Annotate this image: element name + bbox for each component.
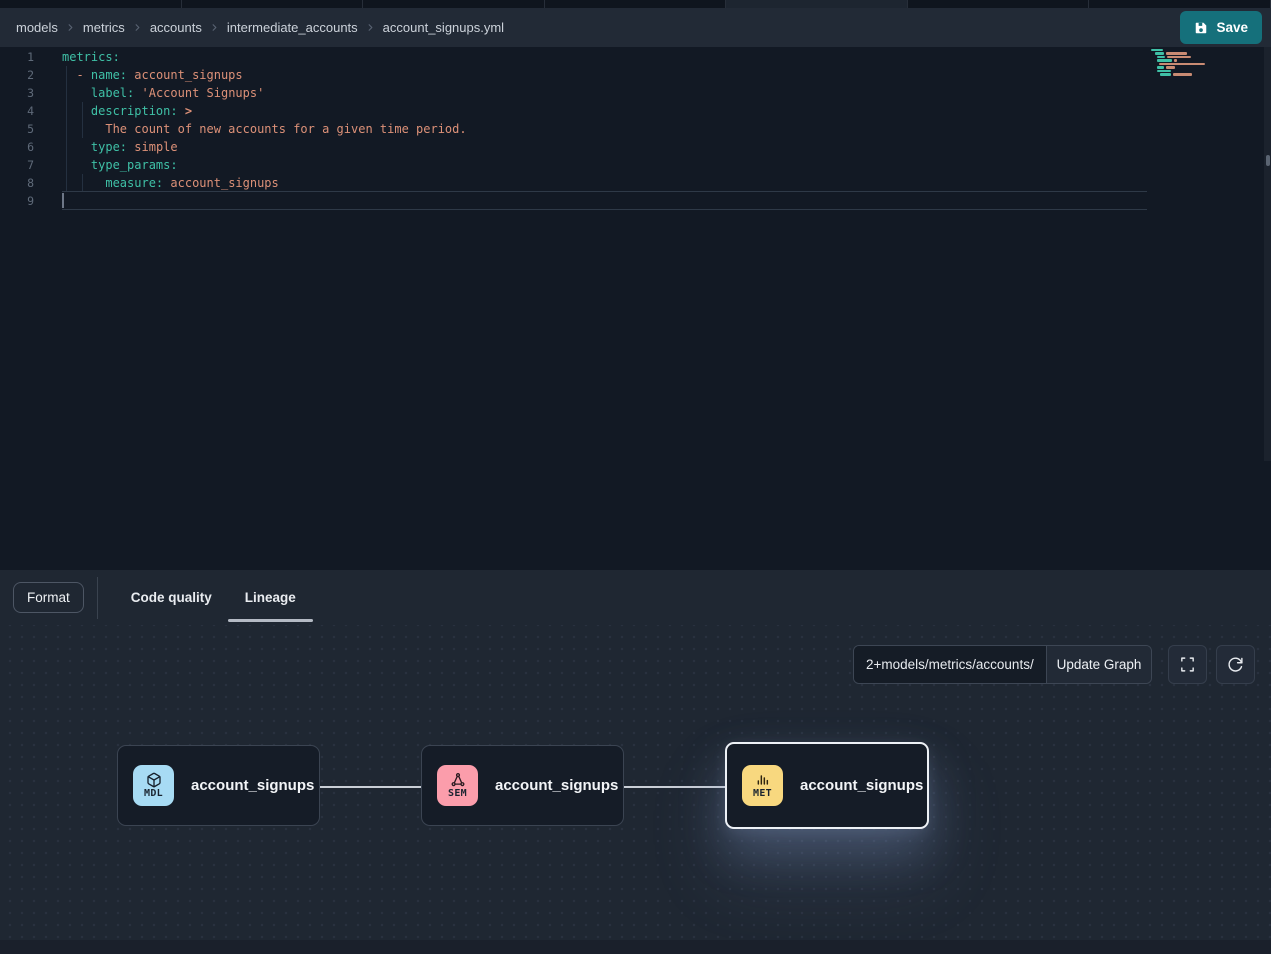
node-label: account_signups: [800, 777, 923, 794]
code-line: 3 label: 'Account Signups': [0, 84, 1271, 102]
editor-scrollbar[interactable]: [1264, 47, 1271, 461]
scrollbar-thumb[interactable]: [1266, 155, 1270, 166]
breadcrumb-bar: models metrics accounts intermediate_accoun…: [0, 8, 1271, 47]
line-number: 2: [0, 66, 44, 84]
code-line: 2 - name: account_signups: [0, 66, 1271, 84]
line-number: 3: [0, 84, 44, 102]
breadcrumb-item[interactable]: models: [16, 20, 58, 35]
line-number: 9: [0, 192, 44, 210]
fullscreen-button[interactable]: [1168, 645, 1207, 684]
header-divider: [97, 577, 98, 619]
text-cursor: [62, 193, 64, 208]
minimap-line: [1151, 52, 1215, 54]
ide-window: models metrics accounts intermediate_accoun…: [0, 0, 1271, 954]
node-label: account_signups: [191, 777, 314, 794]
code-line: 6 type: simple: [0, 138, 1271, 156]
code-line: 4 description: >: [0, 102, 1271, 120]
editor-tab[interactable]: [182, 0, 364, 8]
line-number: 8: [0, 174, 44, 192]
code-line: 1metrics:: [0, 48, 1271, 66]
chevron-right-icon: [209, 22, 220, 33]
breadcrumb-item[interactable]: metrics: [83, 20, 125, 35]
lineage-edge: [624, 786, 727, 788]
line-number: 4: [0, 102, 44, 120]
editor-tab[interactable]: [726, 0, 908, 8]
editor-tab[interactable]: [0, 0, 182, 8]
lineage-node-mdl[interactable]: MDL account_signups: [117, 745, 320, 826]
tab-code-quality[interactable]: Code quality: [131, 590, 212, 605]
line-number: 7: [0, 156, 44, 174]
floppy-save-icon: [1194, 21, 1208, 35]
minimap-line: [1151, 66, 1215, 68]
breadcrumb-item[interactable]: accounts: [150, 20, 202, 35]
lineage-node-met[interactable]: MET account_signups: [725, 742, 929, 829]
code-line: 9: [0, 192, 1271, 210]
node-label: account_signups: [495, 777, 618, 794]
code-line: 5 The count of new accounts for a given …: [0, 120, 1271, 138]
minimap-line: [1151, 70, 1215, 72]
refresh-icon: [1227, 656, 1244, 673]
model-cube-icon: [146, 772, 162, 788]
tab-lineage[interactable]: Lineage: [245, 590, 296, 605]
node-badge: MDL: [133, 765, 174, 806]
node-badge: MET: [742, 765, 783, 806]
line-number: 6: [0, 138, 44, 156]
node-badge: SEM: [437, 765, 478, 806]
save-button[interactable]: Save: [1180, 11, 1262, 44]
minimap-line: [1151, 73, 1215, 75]
badge-label: MET: [753, 788, 772, 799]
editor-tab[interactable]: [908, 0, 1090, 8]
minimap[interactable]: [1151, 49, 1215, 77]
bottom-panel: Format Code quality Lineage Update Graph: [0, 570, 1271, 954]
line-number: 1: [0, 48, 44, 66]
minimap-line: [1151, 63, 1215, 65]
status-strip: [0, 940, 1271, 954]
code-area: 1metrics:2 - name: account_signups3 labe…: [0, 47, 1271, 210]
chevron-right-icon: [132, 22, 143, 33]
lineage-node-sem[interactable]: SEM account_signups: [421, 745, 624, 826]
chevron-right-icon: [65, 22, 76, 33]
line-number: 5: [0, 120, 44, 138]
minimap-line: [1151, 59, 1215, 61]
minimap-line: [1151, 49, 1215, 51]
code-editor[interactable]: 1metrics:2 - name: account_signups3 labe…: [0, 47, 1271, 570]
breadcrumb-item[interactable]: account_signups.yml: [383, 20, 504, 35]
metric-bars-icon: [755, 772, 771, 788]
chevron-right-icon: [365, 22, 376, 33]
fullscreen-icon: [1179, 656, 1196, 673]
minimap-line: [1151, 56, 1215, 58]
lineage-edge: [320, 786, 421, 788]
code-line: 7 type_params:: [0, 156, 1271, 174]
panel-header: Format Code quality Lineage: [0, 570, 1271, 625]
editor-tab-strip: [0, 0, 1271, 8]
breadcrumb: models metrics accounts intermediate_accoun…: [16, 20, 504, 35]
refresh-button[interactable]: [1216, 645, 1255, 684]
lineage-selector-input[interactable]: [854, 646, 1046, 683]
badge-label: MDL: [144, 788, 163, 799]
format-button[interactable]: Format: [13, 582, 84, 613]
update-graph-button[interactable]: Update Graph: [1046, 646, 1151, 683]
breadcrumb-item[interactable]: intermediate_accounts: [227, 20, 358, 35]
editor-tab[interactable]: [363, 0, 545, 8]
badge-label: SEM: [448, 788, 467, 799]
code-line: 8 measure: account_signups: [0, 174, 1271, 192]
editor-tab[interactable]: [545, 0, 727, 8]
lineage-canvas[interactable]: Update Graph MDL account_signups SEM accoun…: [0, 625, 1271, 954]
lineage-selector-group: Update Graph: [853, 645, 1152, 684]
semantic-graph-icon: [450, 772, 466, 788]
editor-tab[interactable]: [1089, 0, 1271, 8]
save-button-label: Save: [1216, 20, 1248, 35]
